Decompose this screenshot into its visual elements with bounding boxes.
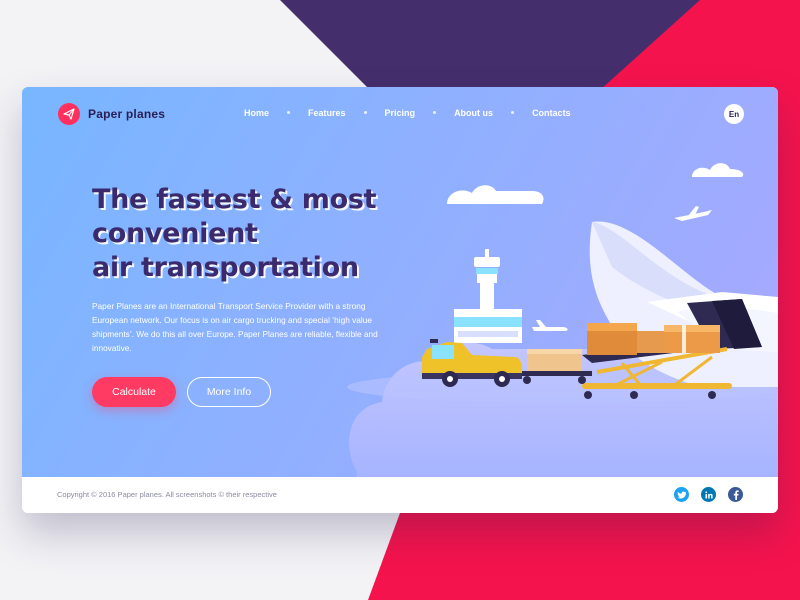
cloud-left <box>447 185 544 204</box>
nav-separator <box>433 110 437 114</box>
hero-headline: The fastest & most convenient air transp… <box>92 183 412 285</box>
language-switcher[interactable]: En <box>724 104 744 124</box>
twitter-icon[interactable] <box>674 487 689 502</box>
copyright-text: Copyright © 2016 Paper planes. All scree… <box>57 490 277 499</box>
cloud-right <box>692 163 744 177</box>
nav-item-about-us[interactable]: About us <box>454 108 493 118</box>
headline-line-3: air transportation <box>92 252 359 283</box>
paper-plane-icon <box>58 103 80 125</box>
main-navigation: Home Features Pricing About us Contacts <box>244 108 571 118</box>
brand-logo[interactable]: Paper planes <box>58 103 165 125</box>
small-airplane <box>674 206 712 221</box>
headline-line-2: convenient <box>92 218 258 249</box>
nav-item-home[interactable]: Home <box>244 108 269 118</box>
footer: Copyright © 2016 Paper planes. All scree… <box>22 477 778 513</box>
distant-airplane <box>532 320 568 331</box>
linkedin-icon[interactable] <box>701 487 716 502</box>
nav-item-pricing[interactable]: Pricing <box>385 108 416 118</box>
landing-card: Paper planes Home Features Pricing About… <box>22 87 778 513</box>
nav-separator <box>287 110 291 114</box>
brand-name: Paper planes <box>88 107 166 121</box>
facebook-icon[interactable] <box>728 487 743 502</box>
hero-description: Paper Planes are an International Transp… <box>92 301 378 353</box>
nav-item-features[interactable]: Features <box>308 108 346 118</box>
nav-separator <box>363 110 367 114</box>
calculate-button[interactable]: Calculate <box>92 377 176 407</box>
headline-line-1: The fastest & most <box>92 184 377 215</box>
nav-separator <box>511 110 515 114</box>
terminal-building <box>454 309 522 343</box>
hero-section: Paper planes Home Features Pricing About… <box>22 87 778 477</box>
nav-item-contacts[interactable]: Contacts <box>532 108 571 118</box>
more-info-button[interactable]: More Info <box>187 377 271 407</box>
